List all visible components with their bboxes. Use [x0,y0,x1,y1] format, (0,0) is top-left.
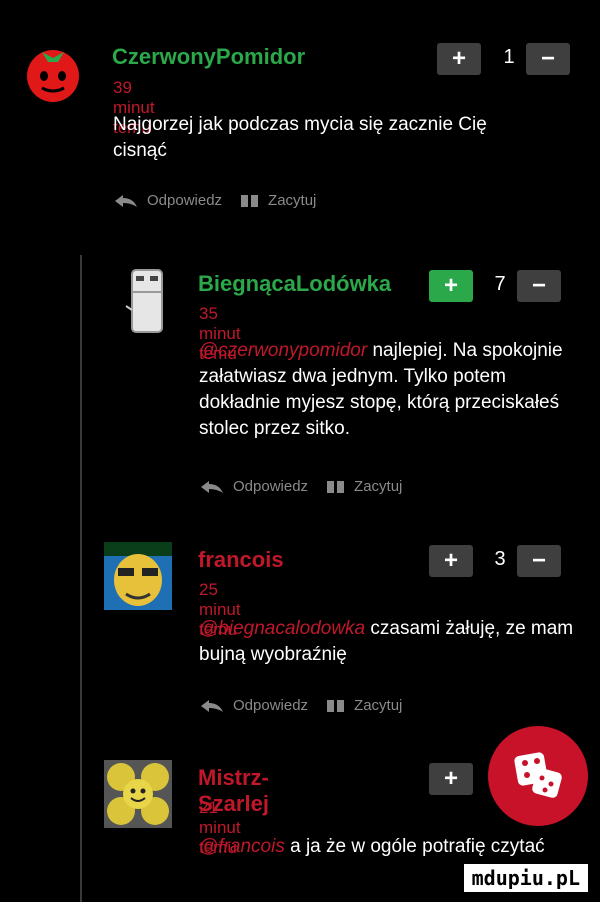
fridge-icon[interactable] [120,266,172,338]
vote-score: 7 [494,273,506,295]
quote-icon [327,699,345,712]
username[interactable]: CzerwonyPomidor [112,44,305,70]
quote-label: Zacytuj [354,478,403,495]
reply-label: Odpowiedz [233,697,309,714]
comment-text: @biegnacalodowka czasami żałuję, ze mam … [199,616,579,668]
reply-icon [201,480,223,493]
reply-button[interactable]: Odpowiedz [113,192,222,209]
vote-score: 1 [503,46,515,68]
reply-button[interactable]: Odpowiedz [199,478,308,495]
site-watermark: mdupiu.pL [463,864,588,892]
reply-icon [201,699,223,712]
mention-link[interactable]: @biegnacalodowka [199,618,365,639]
comment-body: Najgorzej jak podczas mycia się zacznie … [113,114,487,161]
downvote-button[interactable]: − [517,545,561,577]
thread-line [80,255,82,902]
vote-score: 3 [494,548,506,570]
comment-actions: Odpowiedz Zacytuj [199,478,420,495]
face-avatar[interactable] [104,542,172,610]
quote-icon [327,480,345,493]
reply-button[interactable]: Odpowiedz [199,697,308,714]
reply-label: Odpowiedz [147,192,223,209]
quote-button[interactable]: Zacytuj [326,478,402,495]
username[interactable]: francois [198,547,284,573]
comment-actions: Odpowiedz Zacytuj [113,192,334,209]
mention-link[interactable]: @francois [199,836,285,857]
reply-label: Odpowiedz [233,478,309,495]
quote-button[interactable]: Zacytuj [326,697,402,714]
upvote-button[interactable]: + [429,270,473,302]
dice-icon [514,752,562,798]
downvote-button[interactable]: − [526,43,570,75]
upvote-button[interactable]: + [429,763,473,795]
tomato-icon[interactable] [22,42,84,104]
quote-icon [241,194,259,207]
downvote-button[interactable]: − [517,270,561,302]
upvote-button[interactable]: + [429,545,473,577]
reply-icon [115,194,137,207]
quote-label: Zacytuj [354,697,403,714]
quote-button[interactable]: Zacytuj [240,192,316,209]
smiley-grid-avatar[interactable] [104,760,172,828]
comment-text: @czerwonypomidor najlepiej. Na spokojnie… [199,338,579,442]
comment-text: Najgorzej jak podczas mycia się zacznie … [113,112,543,164]
comment-body: a ja że w ogóle potrafię czytać [290,836,545,857]
username[interactable]: BiegnącaLodówka [198,271,391,297]
mention-link[interactable]: @czerwonypomidor [199,340,367,361]
quote-label: Zacytuj [268,192,317,209]
comment-text: @francois a ja że w ogóle potrafię czyta… [199,834,579,860]
upvote-button[interactable]: + [437,43,481,75]
comment-actions: Odpowiedz Zacytuj [199,697,420,714]
random-dice-button[interactable] [488,726,588,826]
